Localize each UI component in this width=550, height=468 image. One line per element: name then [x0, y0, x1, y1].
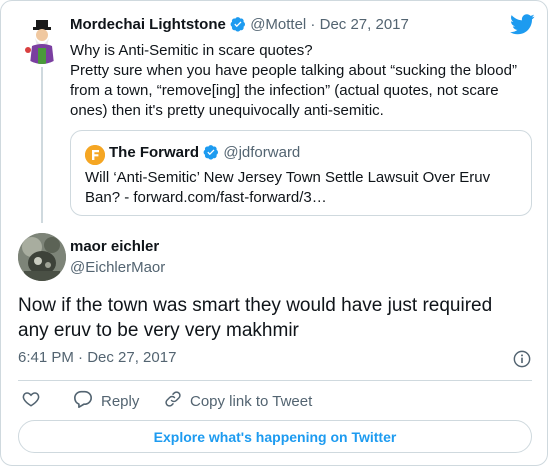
tweet-embed-card: Mordechai Lightstone @Mottel · Dec 27, 2…: [0, 0, 548, 466]
parent-author-name[interactable]: Mordechai Lightstone: [70, 16, 226, 33]
explore-twitter-button[interactable]: Explore what's happening on Twitter: [18, 420, 532, 453]
main-author-handle[interactable]: @EichlerMaor: [70, 259, 165, 276]
copy-link-button[interactable]: Copy link to Tweet: [164, 390, 312, 412]
parent-text-line: from a town, “remove[ing] the infection”…: [70, 82, 499, 99]
main-text-line: Now if the town was smart they would hav…: [18, 295, 493, 316]
heart-icon: [22, 390, 40, 412]
quoted-author-handle: @jdforward: [223, 144, 301, 161]
main-tweet-text: Now if the town was smart they would hav…: [18, 293, 538, 343]
thread-connector-line: [41, 67, 43, 223]
parent-text-line: Pretty sure when you have people talking…: [70, 62, 517, 79]
copy-link-label: Copy link to Tweet: [190, 392, 313, 410]
date-separator: ·: [306, 16, 320, 33]
parent-author-avatar[interactable]: [18, 16, 66, 64]
main-author-name[interactable]: maor eichler: [70, 238, 159, 255]
reply-label: Reply: [101, 392, 140, 410]
parent-text-line: ones) then it's pretty unequivocally ant…: [70, 102, 384, 119]
verified-badge-icon: [230, 16, 246, 32]
quoted-author-name: The Forward: [109, 144, 200, 161]
action-divider: [18, 380, 532, 381]
parent-text-line: Why is Anti-Semitic in scare quotes?: [70, 42, 313, 59]
quoted-tweet-text: Will ‘Anti-Semitic’ New Jersey Town Sett…: [85, 168, 515, 208]
speech-bubble-icon: [73, 390, 93, 412]
quoted-tweet-header: The Forward @jdforward: [109, 144, 300, 161]
parent-tweet-date[interactable]: Dec 27, 2017: [320, 16, 409, 33]
info-icon[interactable]: [513, 350, 531, 368]
quoted-tweet-card[interactable]: The Forward @jdforward Will ‘Anti-Semiti…: [70, 130, 532, 216]
quoted-text-line: Ban? - forward.com/fast-forward/3…: [85, 189, 327, 206]
link-icon: [164, 390, 182, 412]
main-author-avatar[interactable]: [18, 233, 66, 281]
like-button[interactable]: [22, 390, 40, 412]
parent-tweet-header: Mordechai Lightstone @Mottel · Dec 27, 2…: [70, 16, 409, 33]
twitter-bird-icon[interactable]: [510, 14, 535, 35]
parent-author-handle[interactable]: @Mottel: [250, 16, 306, 33]
tweet-timestamp[interactable]: 6:41 PM · Dec 27, 2017: [18, 349, 176, 366]
forward-avatar: [85, 145, 105, 165]
main-text-line: any eruv to be very very makhmir: [18, 320, 299, 341]
quoted-text-line: Will ‘Anti-Semitic’ New Jersey Town Sett…: [85, 169, 491, 186]
reply-button[interactable]: Reply: [73, 390, 139, 412]
verified-badge-icon: [203, 144, 219, 160]
parent-tweet-text: Why is Anti-Semitic in scare quotes? Pre…: [70, 41, 532, 121]
